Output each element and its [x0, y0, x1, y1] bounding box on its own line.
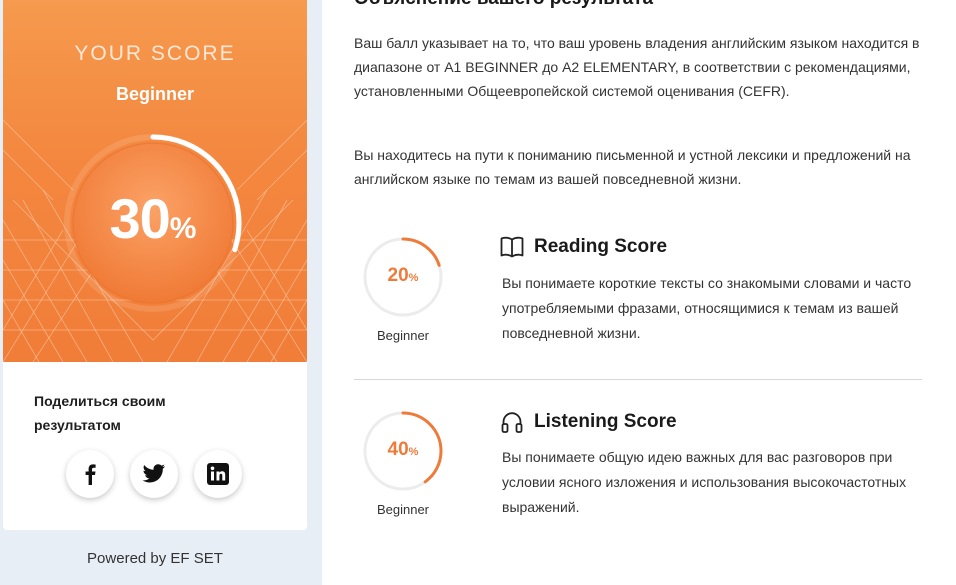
headphones-icon — [501, 412, 523, 433]
book-icon — [500, 236, 524, 258]
share-title: Поделиться своим результатом — [34, 393, 166, 433]
divider — [354, 379, 922, 380]
facebook-share-button[interactable] — [66, 450, 114, 498]
listening-score-value: 40% — [362, 439, 444, 461]
listening-score-percent-sign: % — [408, 446, 419, 458]
twitter-icon — [142, 464, 165, 483]
reading-score-value: 20% — [362, 265, 444, 287]
score-percent-sign: % — [169, 212, 197, 245]
linkedin-share-button[interactable] — [194, 450, 242, 498]
score-card: YOUR SCORE Beginner 30% — [3, 0, 307, 362]
reading-score-percent-sign: % — [408, 272, 419, 284]
linkedin-icon — [207, 463, 229, 485]
listening-score-description: Вы понимаете общую идею важных для вас р… — [502, 449, 907, 515]
score-level: Beginner — [115, 84, 194, 104]
left-column: YOUR SCORE Beginner 30% Поделиться своим… — [0, 0, 322, 585]
explanation-heading: Объяснение вашего результата — [354, 0, 653, 10]
listening-score-title-text: Listening Score — [534, 411, 677, 432]
share-card: Поделиться своим результатом — [3, 362, 307, 530]
powered-by: Powered by EF SET — [87, 550, 223, 567]
listening-score-number: 40 — [387, 439, 409, 460]
reading-score-title: Reading Score — [500, 236, 667, 258]
reading-score-number: 20 — [387, 265, 409, 286]
score-value: 30% — [63, 186, 243, 251]
results-panel: Объяснение вашего результата Ваш балл ук… — [322, 0, 956, 585]
listening-level: Beginner — [376, 502, 430, 517]
twitter-share-button[interactable] — [130, 450, 178, 498]
reading-score-description: Вы понимаете короткие тексты со знакомым… — [502, 275, 912, 341]
listening-score-title: Listening Score — [500, 410, 677, 434]
explanation-paragraph-2: Вы находитесь на пути к пониманию письме… — [354, 147, 911, 187]
reading-level: Beginner — [376, 328, 430, 343]
reading-score-title-text: Reading Score — [534, 236, 668, 257]
score-label: YOUR SCORE — [74, 42, 236, 65]
explanation-paragraph-1: Ваш балл указывает на то, что ваш уровен… — [354, 35, 920, 99]
facebook-icon — [85, 464, 96, 485]
score-number: 30 — [109, 187, 171, 250]
